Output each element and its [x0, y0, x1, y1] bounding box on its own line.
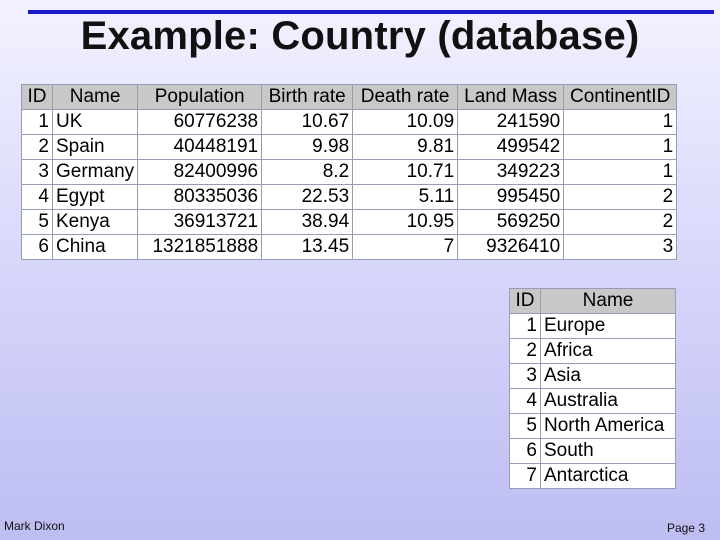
column-header-death-rate: Death rate — [352, 84, 459, 110]
cell-land-mass: 995450 — [457, 184, 565, 210]
cell-name: Australia — [540, 388, 676, 414]
cell-name: Africa — [540, 338, 676, 364]
cell-land-mass: 9326410 — [457, 234, 565, 260]
column-header-land-mass: Land Mass — [457, 84, 565, 110]
cell-continent-id: 3 — [563, 234, 678, 260]
table-row: 2 Spain 40448191 9.98 9.81 499542 1 — [21, 134, 678, 160]
cell-name: Germany — [51, 159, 139, 185]
cell-name: North America — [540, 413, 676, 439]
table-row: 3 Asia — [509, 363, 676, 389]
table-row: 6 South — [509, 438, 676, 464]
continent-table-header-row: ID Name — [509, 288, 676, 314]
cell-land-mass: 569250 — [457, 209, 565, 235]
cell-id: 2 — [21, 134, 53, 160]
table-row: 4 Australia — [509, 388, 676, 414]
table-row: 2 Africa — [509, 338, 676, 364]
table-row: 5 Kenya 36913721 38.94 10.95 569250 2 — [21, 209, 678, 235]
cell-death-rate: 10.95 — [352, 209, 459, 235]
cell-name: Antarctica — [540, 463, 676, 489]
table-row: 7 Antarctica — [509, 463, 676, 489]
cell-population: 80335036 — [137, 184, 263, 210]
cell-name: Asia — [540, 363, 676, 389]
cell-id: 7 — [509, 463, 541, 489]
cell-name: Egypt — [51, 184, 139, 210]
country-table: ID Name Population Birth rate Death rate… — [21, 84, 678, 260]
cell-id: 1 — [21, 109, 53, 135]
cell-continent-id: 2 — [563, 209, 678, 235]
table-row: 4 Egypt 80335036 22.53 5.11 995450 2 — [21, 184, 678, 210]
cell-name: China — [51, 234, 139, 260]
cell-id: 1 — [509, 313, 541, 339]
cell-id: 3 — [21, 159, 53, 185]
cell-land-mass: 499542 — [457, 134, 565, 160]
cell-death-rate: 10.71 — [352, 159, 459, 185]
cell-continent-id: 2 — [563, 184, 678, 210]
cell-id: 2 — [509, 338, 541, 364]
cell-population: 60776238 — [137, 109, 263, 135]
column-header-name: Name — [540, 288, 676, 314]
cell-id: 5 — [509, 413, 541, 439]
cell-name: Kenya — [51, 209, 139, 235]
cell-population: 40448191 — [137, 134, 263, 160]
cell-birth-rate: 38.94 — [261, 209, 354, 235]
country-table-header-row: ID Name Population Birth rate Death rate… — [21, 84, 678, 110]
cell-id: 4 — [21, 184, 53, 210]
cell-name: UK — [51, 109, 139, 135]
table-row: 1 UK 60776238 10.67 10.09 241590 1 — [21, 109, 678, 135]
cell-birth-rate: 8.2 — [261, 159, 354, 185]
author-name: Mark Dixon — [4, 519, 65, 533]
cell-id: 6 — [21, 234, 53, 260]
table-row: 6 China 1321851888 13.45 7 9326410 3 — [21, 234, 678, 260]
cell-continent-id: 1 — [563, 159, 678, 185]
slide-title: Example: Country (database) — [80, 14, 640, 58]
cell-birth-rate: 22.53 — [261, 184, 354, 210]
column-header-id: ID — [509, 288, 541, 314]
table-row: 3 Germany 82400996 8.2 10.71 349223 1 — [21, 159, 678, 185]
column-header-id: ID — [21, 84, 53, 110]
cell-population: 36913721 — [137, 209, 263, 235]
cell-birth-rate: 13.45 — [261, 234, 354, 260]
page-number: Page 3 — [666, 521, 705, 535]
column-header-birth-rate: Birth rate — [261, 84, 354, 110]
cell-land-mass: 349223 — [457, 159, 565, 185]
cell-population: 1321851888 — [137, 234, 263, 260]
column-header-continent-id: ContinentID — [563, 84, 678, 110]
cell-birth-rate: 9.98 — [261, 134, 354, 160]
cell-birth-rate: 10.67 — [261, 109, 354, 135]
cell-id: 4 — [509, 388, 541, 414]
column-header-name: Name — [51, 84, 139, 110]
cell-id: 3 — [509, 363, 541, 389]
continent-table: ID Name 1 Europe 2 Africa 3 Asia 4 Australia 5 No… — [509, 288, 676, 489]
cell-death-rate: 7 — [352, 234, 459, 260]
column-header-population: Population — [137, 84, 263, 110]
cell-death-rate: 9.81 — [352, 134, 459, 160]
table-row: 5 North America — [509, 413, 676, 439]
cell-population: 82400996 — [137, 159, 263, 185]
cell-continent-id: 1 — [563, 109, 678, 135]
cell-name: South — [540, 438, 676, 464]
cell-id: 6 — [509, 438, 541, 464]
cell-name: Europe — [540, 313, 676, 339]
cell-id: 5 — [21, 209, 53, 235]
cell-land-mass: 241590 — [457, 109, 565, 135]
cell-death-rate: 10.09 — [352, 109, 459, 135]
cell-continent-id: 1 — [563, 134, 678, 160]
cell-name: Spain — [51, 134, 139, 160]
table-row: 1 Europe — [509, 313, 676, 339]
cell-death-rate: 5.11 — [352, 184, 459, 210]
